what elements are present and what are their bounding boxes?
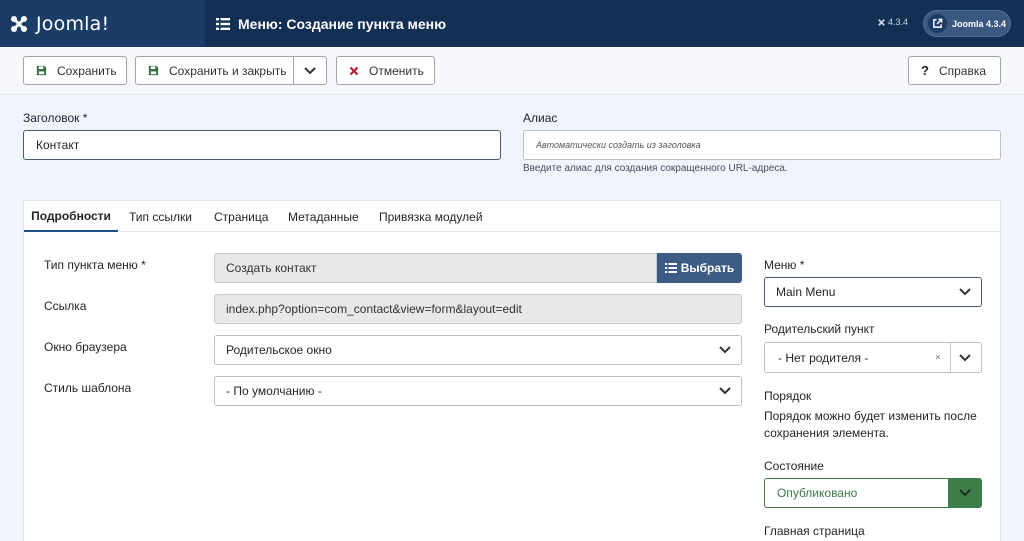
version-button[interactable]: Joomla 4.3.4: [923, 10, 1011, 37]
tab-metadata-label: Метаданные: [288, 209, 359, 224]
alias-placeholder: Автоматически создать из заголовка: [536, 140, 701, 150]
joomla-small-icon: [878, 18, 885, 26]
state-select[interactable]: Опубликовано: [764, 478, 982, 508]
version-small-text: 4.3.4: [888, 17, 909, 27]
tab-module-assignment[interactable]: Привязка модулей: [379, 201, 483, 232]
parent-item-value: - Нет родителя -: [778, 350, 869, 365]
clear-selection-icon[interactable]: ×: [935, 352, 941, 363]
home-page-label: Главная страница: [764, 524, 865, 538]
chevron-down-icon: [304, 66, 316, 75]
select-item-type-button[interactable]: Выбрать: [657, 253, 742, 283]
chevron-down-icon: [959, 353, 971, 362]
brand-name: Joomla!: [36, 12, 110, 35]
version-button-label: Joomla 4.3.4: [952, 18, 1007, 29]
chevron-down-icon: [719, 387, 731, 395]
save-label: Сохранить: [57, 63, 117, 78]
browser-window-select[interactable]: Родительское окно: [214, 335, 742, 365]
tab-page-label: Страница: [214, 209, 269, 224]
top-header: Joomla! Меню: Создание пункта меню 4.3.4…: [0, 0, 1024, 47]
browser-window-label: Окно браузера: [44, 340, 127, 354]
template-style-value: - По умолчанию -: [226, 384, 322, 398]
tab-details[interactable]: Подробности: [24, 201, 118, 232]
version-indicator: 4.3.4: [877, 17, 908, 27]
page-title: Меню: Создание пункта меню: [216, 0, 446, 47]
toolbar: Сохранить Сохранить и закрыть Отменить ?…: [0, 47, 1024, 95]
close-icon: [349, 66, 359, 76]
item-type-value: Создать контакт: [226, 261, 317, 275]
page-title-text: Меню: Создание пункта меню: [238, 15, 447, 32]
item-type-field: Создать контакт: [214, 253, 657, 283]
template-style-select[interactable]: - По умолчанию -: [214, 376, 742, 406]
menu-select[interactable]: Main Menu: [764, 277, 982, 307]
title-input[interactable]: Контакт: [23, 130, 501, 160]
divider: [950, 343, 951, 372]
alias-label: Алиас: [523, 111, 558, 125]
question-icon: ?: [921, 63, 929, 78]
link-field: index.php?option=com_contact&view=form&l…: [214, 294, 742, 324]
save-icon: [148, 65, 159, 76]
parent-item-label: Родительский пункт: [764, 322, 875, 336]
tab-link-type[interactable]: Тип ссылки: [129, 201, 192, 232]
save-close-label: Сохранить и закрыть: [169, 63, 287, 78]
order-label: Порядок: [764, 389, 812, 403]
menu-label: Меню *: [764, 258, 805, 272]
link-value: index.php?option=com_contact&view=form&l…: [226, 302, 522, 316]
chevron-down-icon: [959, 288, 971, 296]
edit-card: Подробности Тип ссылки Страница Метаданн…: [23, 200, 1001, 541]
joomla-logo-icon: [8, 13, 30, 35]
chevron-down-icon: [948, 479, 981, 507]
item-type-label: Тип пункта меню *: [44, 258, 146, 272]
title-input-value: Контакт: [36, 138, 80, 152]
state-label: Состояние: [764, 459, 824, 473]
order-description: Порядок можно будет изменить после сохра…: [764, 409, 977, 440]
link-label: Ссылка: [44, 299, 87, 313]
cancel-label: Отменить: [369, 63, 424, 78]
state-value: Опубликовано: [777, 486, 858, 500]
tab-module-assignment-label: Привязка модулей: [379, 209, 483, 224]
browser-window-value: Родительское окно: [226, 343, 332, 357]
select-button-label: Выбрать: [680, 261, 735, 275]
template-style-label: Стиль шаблона: [44, 381, 132, 395]
alias-input[interactable]: Автоматически создать из заголовка: [523, 130, 1001, 160]
tab-bar: Подробности Тип ссылки Страница Метаданн…: [24, 201, 1000, 232]
list-icon: [664, 263, 677, 273]
save-button[interactable]: Сохранить: [23, 56, 127, 85]
tab-metadata[interactable]: Метаданные: [288, 201, 359, 232]
tab-link-type-label: Тип ссылки: [129, 209, 192, 224]
external-link-icon: [928, 14, 947, 33]
title-label: Заголовок *: [23, 111, 88, 125]
tab-details-label: Подробности: [31, 208, 111, 223]
chevron-down-icon: [719, 346, 731, 354]
tab-page[interactable]: Страница: [214, 201, 268, 232]
list-icon: [216, 17, 230, 30]
save-and-close-button[interactable]: Сохранить и закрыть: [135, 56, 294, 85]
parent-item-select[interactable]: - Нет родителя - ×: [764, 342, 982, 373]
menu-value: Main Menu: [776, 285, 836, 299]
save-icon: [36, 65, 47, 76]
cancel-button[interactable]: Отменить: [336, 56, 435, 85]
help-label: Справка: [938, 63, 987, 78]
save-options-dropdown-button[interactable]: [293, 56, 327, 85]
joomla-brand[interactable]: Joomla!: [0, 0, 205, 47]
alias-hint: Введите алиас для создания сокращенного …: [523, 163, 788, 174]
help-button[interactable]: ? Справка: [908, 56, 1001, 85]
